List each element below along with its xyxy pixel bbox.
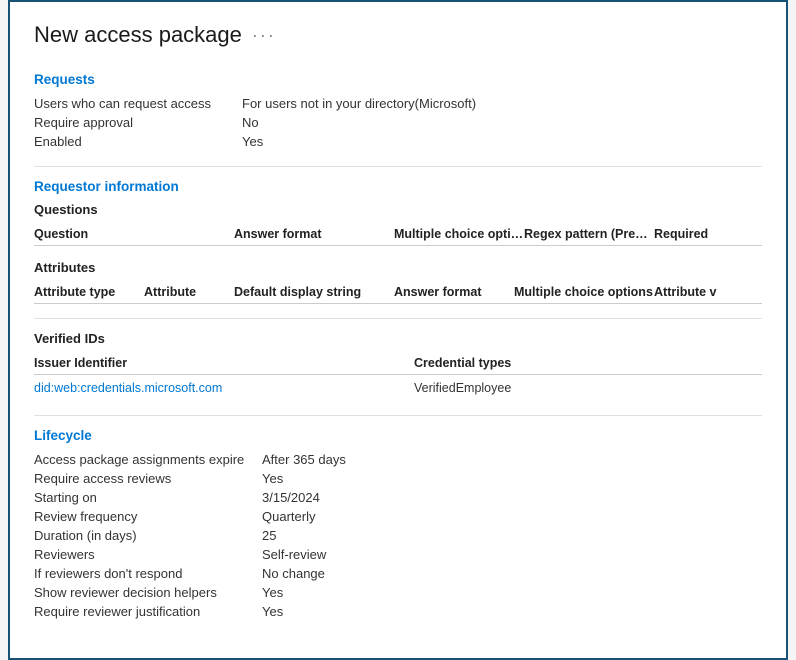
a-col-attrv: Attribute v bbox=[654, 285, 734, 299]
a-col-answer: Answer format bbox=[394, 285, 514, 299]
lifecycle-title: Lifecycle bbox=[34, 428, 762, 443]
a-col-choice: Multiple choice options bbox=[514, 285, 654, 299]
questions-subtitle: Questions bbox=[34, 202, 762, 217]
lc-value-0: After 365 days bbox=[262, 451, 762, 468]
verified-ids-header: Issuer Identifier Credential types bbox=[34, 352, 762, 375]
lc-label-5: Reviewers bbox=[34, 546, 254, 563]
v-col-cred: Credential types bbox=[414, 356, 614, 370]
lc-label-6: If reviewers don't respond bbox=[34, 565, 254, 582]
lc-value-7: Yes bbox=[262, 584, 762, 601]
req-label-1: Require approval bbox=[34, 114, 234, 131]
verified-row-0: did:web:credentials.microsoft.com Verifi… bbox=[34, 377, 762, 399]
issuer-link-text[interactable]: did:web:credentials.microsoft.com bbox=[34, 381, 222, 395]
lc-label-2: Starting on bbox=[34, 489, 254, 506]
requests-title: Requests bbox=[34, 72, 762, 87]
lc-value-3: Quarterly bbox=[262, 508, 762, 525]
requests-grid: Users who can request access For users n… bbox=[34, 95, 762, 150]
a-col-attrtype: Attribute type bbox=[34, 285, 144, 299]
divider-2 bbox=[34, 318, 762, 319]
q-col-answer: Answer format bbox=[234, 227, 394, 241]
ellipsis-menu[interactable]: ··· bbox=[252, 25, 276, 46]
req-label-2: Enabled bbox=[34, 133, 234, 150]
attributes-header: Attribute type Attribute Default display… bbox=[34, 281, 762, 304]
lifecycle-grid: Access package assignments expire After … bbox=[34, 451, 762, 620]
page-title-row: New access package ··· bbox=[34, 22, 762, 48]
requestor-info-title: Requestor information bbox=[34, 179, 762, 194]
lc-label-1: Require access reviews bbox=[34, 470, 254, 487]
lc-label-0: Access package assignments expire bbox=[34, 451, 254, 468]
req-value-2: Yes bbox=[242, 133, 762, 150]
questions-subsection: Questions Question Answer format Multipl… bbox=[34, 202, 762, 246]
req-value-0: For users not in your directory(Microsof… bbox=[242, 95, 762, 112]
questions-header: Question Answer format Multiple choice o… bbox=[34, 223, 762, 246]
a-col-display: Default display string bbox=[234, 285, 394, 299]
lc-value-1: Yes bbox=[262, 470, 762, 487]
issuer-link[interactable]: did:web:credentials.microsoft.com bbox=[34, 381, 414, 395]
q-col-choice: Multiple choice options bbox=[394, 227, 524, 241]
req-value-1: No bbox=[242, 114, 762, 131]
lc-label-8: Require reviewer justification bbox=[34, 603, 254, 620]
divider-1 bbox=[34, 166, 762, 167]
verified-ids-section: Verified IDs Issuer Identifier Credentia… bbox=[34, 331, 762, 399]
lc-label-3: Review frequency bbox=[34, 508, 254, 525]
req-label-0: Users who can request access bbox=[34, 95, 234, 112]
lc-label-4: Duration (in days) bbox=[34, 527, 254, 544]
cred-type-value: VerifiedEmployee bbox=[414, 381, 614, 395]
q-col-required: Required bbox=[654, 227, 734, 241]
requestor-info-section: Requestor information Questions Question… bbox=[34, 179, 762, 304]
attributes-subtitle: Attributes bbox=[34, 260, 762, 275]
lc-value-2: 3/15/2024 bbox=[262, 489, 762, 506]
v-col-issuer: Issuer Identifier bbox=[34, 356, 414, 370]
lc-value-8: Yes bbox=[262, 603, 762, 620]
q-col-regex: Regex pattern (Preview) bbox=[524, 227, 654, 241]
q-col-question: Question bbox=[34, 227, 234, 241]
lifecycle-section: Lifecycle Access package assignments exp… bbox=[34, 428, 762, 620]
main-container: New access package ··· Requests Users wh… bbox=[8, 0, 788, 660]
requests-section: Requests Users who can request access Fo… bbox=[34, 72, 762, 150]
lc-value-6: No change bbox=[262, 565, 762, 582]
lc-label-7: Show reviewer decision helpers bbox=[34, 584, 254, 601]
attributes-subsection: Attributes Attribute type Attribute Defa… bbox=[34, 260, 762, 304]
verified-ids-title: Verified IDs bbox=[34, 331, 762, 346]
page-title: New access package bbox=[34, 22, 242, 48]
divider-3 bbox=[34, 415, 762, 416]
a-col-attribute: Attribute bbox=[144, 285, 234, 299]
lc-value-5: Self-review bbox=[262, 546, 762, 563]
lc-value-4: 25 bbox=[262, 527, 762, 544]
